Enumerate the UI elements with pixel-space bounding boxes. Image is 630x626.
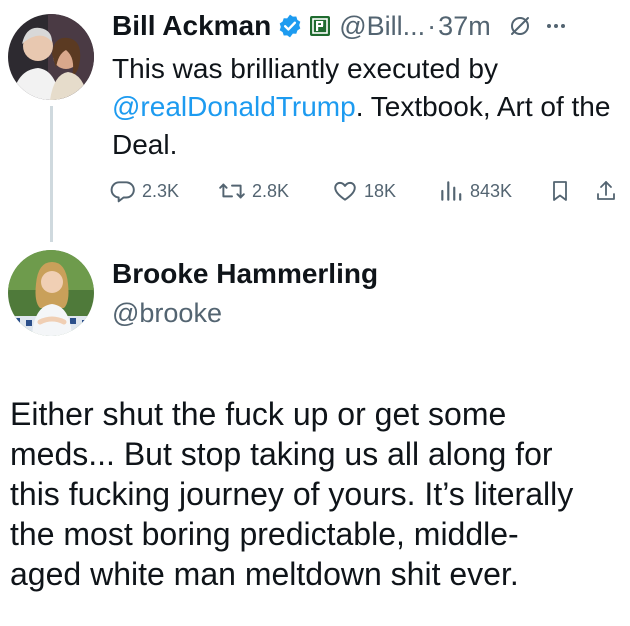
reply-text: Either shut the fuck up or get some meds… bbox=[10, 394, 628, 594]
like-button[interactable]: 18K bbox=[332, 178, 396, 204]
retweet-icon bbox=[219, 183, 245, 199]
affiliate-badge-icon bbox=[309, 15, 331, 37]
share-icon bbox=[597, 181, 615, 200]
author-name[interactable]: Bill Ackman bbox=[112, 10, 271, 42]
reply-author-handle[interactable]: @brooke bbox=[112, 298, 222, 329]
like-count: 18K bbox=[364, 180, 397, 201]
grok-icon[interactable] bbox=[507, 13, 533, 39]
avatar[interactable] bbox=[8, 14, 94, 100]
reply-line: meds... But stop taking us all along for bbox=[10, 436, 553, 472]
repost-button[interactable]: 2.8K bbox=[218, 178, 289, 204]
share-button[interactable] bbox=[594, 178, 624, 204]
reply-line: this fucking journey of yours. It’s lite… bbox=[10, 476, 574, 512]
reply-line: aged white man meltdown shit ever. bbox=[10, 556, 519, 592]
tweet-screenshot: Bill Ackman @Bill... · 37m This was bril… bbox=[0, 0, 630, 626]
action-bar: 2.3K 2.8K 18K 843K bbox=[110, 178, 630, 210]
views-button[interactable]: 843K bbox=[438, 178, 512, 204]
avatar[interactable] bbox=[8, 250, 94, 336]
reply-line: the most boring predictable, middle- bbox=[10, 516, 519, 552]
mention-link[interactable]: @realDonaldTrump bbox=[112, 91, 356, 122]
reply-count: 2.3K bbox=[142, 180, 180, 201]
bookmark-button[interactable] bbox=[548, 178, 578, 204]
thread-line bbox=[50, 106, 53, 242]
bookmark-icon bbox=[553, 181, 567, 201]
timestamp[interactable]: 37m bbox=[438, 11, 491, 42]
tweet-text-start: This was brilliantly executed by bbox=[112, 53, 498, 84]
tweet-text: This was brilliantly executed by @realDo… bbox=[112, 50, 624, 164]
author-handle[interactable]: @Bill... bbox=[339, 11, 425, 42]
tweet-header: Bill Ackman @Bill... · 37m bbox=[112, 6, 627, 46]
views-count: 843K bbox=[470, 180, 513, 201]
reply-icon bbox=[110, 181, 135, 203]
like-icon bbox=[334, 181, 356, 201]
views-icon bbox=[441, 181, 462, 201]
separator-dot: · bbox=[427, 10, 437, 41]
verified-badge-icon bbox=[277, 13, 303, 39]
repost-count: 2.8K bbox=[252, 180, 290, 201]
reply-author-name[interactable]: Brooke Hammerling bbox=[112, 258, 378, 290]
reply-button[interactable]: 2.3K bbox=[110, 178, 179, 204]
reply-line: Either shut the fuck up or get some bbox=[10, 396, 507, 432]
more-icon[interactable] bbox=[543, 13, 569, 39]
